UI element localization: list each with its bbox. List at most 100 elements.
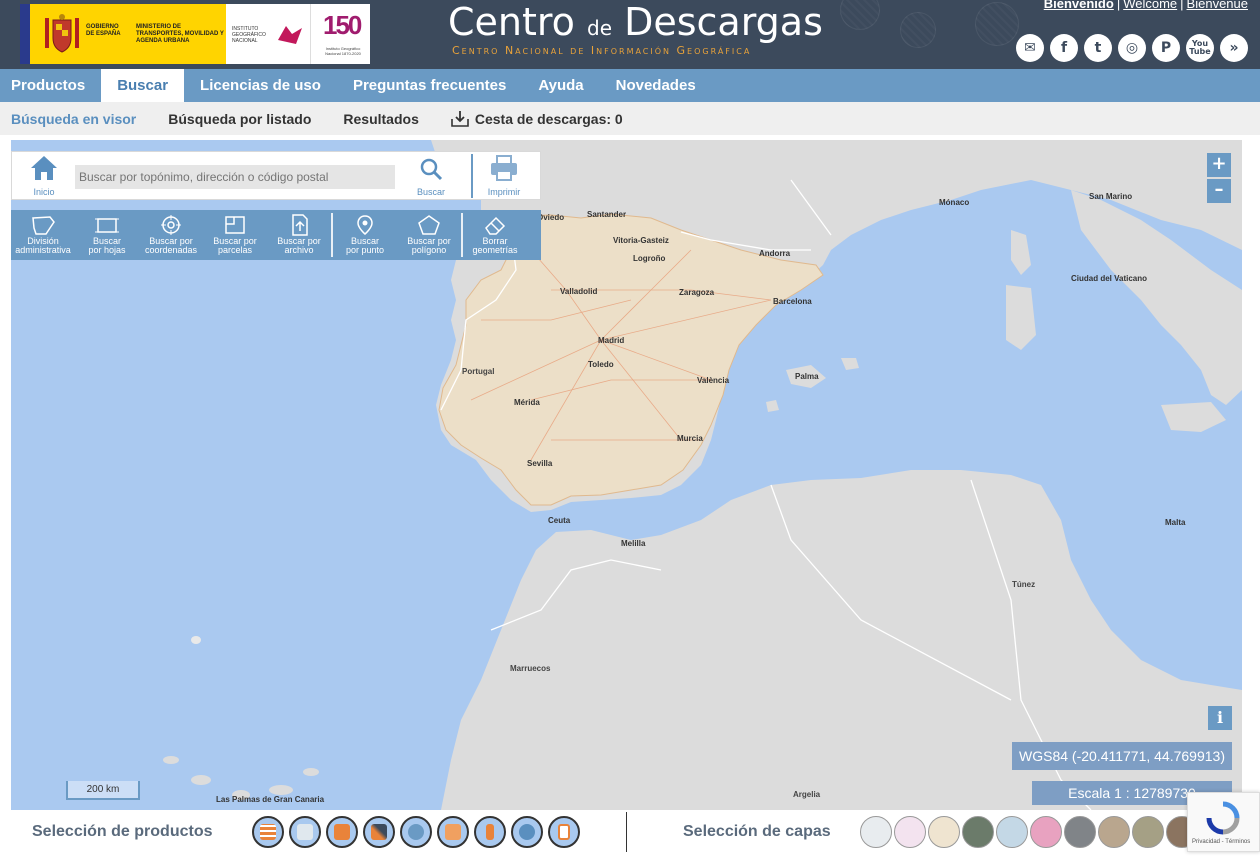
tool-division-administrativa[interactable]: División administrativa bbox=[11, 210, 75, 260]
geolocation-icon[interactable] bbox=[400, 816, 432, 848]
point-icon[interactable] bbox=[474, 816, 506, 848]
relief-icon[interactable] bbox=[289, 816, 321, 848]
map-label-madrid: Madrid bbox=[598, 336, 625, 345]
layer-thumb-5[interactable] bbox=[996, 816, 1028, 848]
selection-bar: Selección de productos Selección de capa… bbox=[0, 810, 1260, 857]
layer-thumb-3[interactable] bbox=[928, 816, 960, 848]
nav-licencias[interactable]: Licencias de uso bbox=[184, 69, 337, 102]
coordinate-readout: WGS84 (-20.411771, 44.769913) bbox=[1012, 742, 1232, 770]
title-part: Centro bbox=[448, 0, 588, 44]
mail-icon[interactable]: ✉ bbox=[1016, 34, 1044, 62]
gobierno-logo: GOBIERNO DE ESPAÑA MINISTERIO DE TRANSPO… bbox=[20, 4, 226, 64]
recaptcha-terms[interactable]: Privacidad - Términos bbox=[1192, 839, 1250, 845]
nav-novedades[interactable]: Novedades bbox=[600, 69, 712, 102]
tool-label-line2: parcelas bbox=[217, 245, 253, 255]
map-label-portugal: Portugal bbox=[462, 367, 495, 376]
decor-globe bbox=[900, 12, 936, 48]
eraser-icon bbox=[485, 216, 506, 235]
tool-buscar-archivo[interactable]: Buscar por archivo bbox=[267, 210, 331, 260]
pinterest-icon[interactable]: P bbox=[1152, 34, 1180, 62]
map-label-zaragoza: Zaragoza bbox=[679, 288, 715, 297]
nav-productos[interactable]: Productos bbox=[0, 69, 101, 102]
ortho-icon[interactable] bbox=[326, 816, 358, 848]
download-icon bbox=[451, 111, 469, 127]
layer-thumb-9[interactable] bbox=[1132, 816, 1164, 848]
twitter-icon[interactable]: t bbox=[1084, 34, 1112, 62]
map-label-ceuta: Ceuta bbox=[548, 516, 571, 525]
rss-icon[interactable]: » bbox=[1220, 34, 1248, 62]
tool-borrar-geometrias[interactable]: Borrar geometrías bbox=[463, 210, 527, 260]
ign-text: INSTITUTO GEOGRÁFICO NACIONAL bbox=[232, 26, 266, 44]
toolbar-separator bbox=[461, 213, 463, 257]
coat-of-arms-icon bbox=[45, 14, 79, 53]
site-header: GOBIERNO DE ESPAÑA MINISTERIO DE TRANSPO… bbox=[0, 0, 1260, 69]
layer-thumb-7[interactable] bbox=[1064, 816, 1096, 848]
home-button[interactable]: Inicio bbox=[26, 154, 62, 197]
recaptcha-icon bbox=[1206, 801, 1240, 835]
tool-buscar-hojas[interactable]: Buscar por hojas bbox=[75, 210, 139, 260]
crosshair-icon bbox=[161, 215, 181, 235]
map-label-sevilla: Sevilla bbox=[527, 459, 553, 468]
tool-buscar-punto[interactable]: Buscar por punto bbox=[333, 210, 397, 260]
download-cart-link[interactable]: Cesta de descargas: 0 bbox=[435, 110, 639, 127]
tool-label-line2: administrativa bbox=[15, 245, 71, 255]
search-button[interactable]: Buscar bbox=[413, 156, 449, 197]
nav-buscar[interactable]: Buscar bbox=[101, 69, 185, 102]
tool-label-line2: por punto bbox=[345, 245, 385, 255]
lang-es-link[interactable]: Bienvenido bbox=[1044, 0, 1114, 11]
sheet-grid-icon bbox=[95, 218, 119, 233]
layer-thumb-2[interactable] bbox=[894, 816, 926, 848]
info-button[interactable]: i bbox=[1208, 706, 1232, 730]
layer-thumb-4[interactable] bbox=[962, 816, 994, 848]
site-subtitle: Centro Nacional de Información Geográfic… bbox=[452, 44, 752, 57]
lang-fr-link[interactable]: Bienvenue bbox=[1187, 0, 1248, 11]
toponym-icon[interactable] bbox=[437, 816, 469, 848]
tool-buscar-parcelas[interactable]: Buscar por parcelas bbox=[203, 210, 267, 260]
map-label-toledo: Toledo bbox=[588, 360, 614, 369]
scale-bar: 200 km bbox=[66, 781, 140, 800]
map-label-murcia: Murcia bbox=[677, 434, 703, 443]
institutional-logos[interactable]: GOBIERNO DE ESPAÑA MINISTERIO DE TRANSPO… bbox=[20, 4, 370, 64]
zoom-out-button[interactable]: – bbox=[1207, 179, 1231, 203]
layer-icons bbox=[860, 816, 1232, 848]
zoom-in-button[interactable]: + bbox=[1207, 153, 1231, 177]
map-tools: División administrativa Buscar por hojas B… bbox=[11, 210, 541, 260]
print-button[interactable]: Imprimir bbox=[482, 154, 526, 197]
subnav-busqueda-visor[interactable]: Búsqueda en visor bbox=[0, 111, 152, 127]
layer-thumb-8[interactable] bbox=[1098, 816, 1130, 848]
layer-thumb-6[interactable] bbox=[1030, 816, 1062, 848]
mobile-app-icon[interactable] bbox=[548, 816, 580, 848]
instagram-icon[interactable]: ◎ bbox=[1118, 34, 1146, 62]
ign-logo: INSTITUTO GEOGRÁFICO NACIONAL bbox=[226, 4, 310, 64]
language-selector: Bienvenido | Welcome | Bienvenue bbox=[1044, 0, 1248, 11]
tool-label-line2: geometrías bbox=[472, 245, 518, 255]
layer-thumb-1[interactable] bbox=[860, 816, 892, 848]
routes-icon[interactable] bbox=[363, 816, 395, 848]
map-label-santander: Santander bbox=[587, 210, 627, 219]
search-button-label: Buscar bbox=[416, 187, 445, 197]
map-label-oviedo: Oviedo bbox=[537, 213, 565, 222]
map-label-sanmarino: San Marino bbox=[1089, 192, 1133, 201]
tool-label-line2: coordenadas bbox=[144, 245, 198, 255]
map-label-merida: Mérida bbox=[514, 398, 540, 407]
subnav-resultados[interactable]: Resultados bbox=[327, 111, 434, 127]
grid-map-icon[interactable] bbox=[252, 816, 284, 848]
facebook-icon[interactable]: f bbox=[1050, 34, 1078, 62]
globe-icon[interactable] bbox=[511, 816, 543, 848]
search-input[interactable] bbox=[75, 165, 395, 189]
title-part: de bbox=[587, 16, 613, 40]
spain-outline-icon bbox=[32, 216, 55, 235]
anniversary-number: 150 bbox=[323, 10, 362, 40]
youtube-icon[interactable]: You Tube bbox=[1186, 34, 1214, 62]
site-title: Centro de Descargas bbox=[448, 0, 823, 44]
home-icon bbox=[31, 156, 57, 180]
nav-ayuda[interactable]: Ayuda bbox=[522, 69, 599, 102]
product-icons bbox=[252, 816, 580, 848]
tool-buscar-poligono[interactable]: Buscar por polígono bbox=[397, 210, 461, 260]
map-label-monaco: Mónaco bbox=[939, 198, 970, 207]
subnav-busqueda-listado[interactable]: Búsqueda por listado bbox=[152, 111, 327, 127]
recaptcha-badge[interactable]: Privacidad - Términos bbox=[1187, 792, 1260, 852]
nav-preguntas[interactable]: Preguntas frecuentes bbox=[337, 69, 522, 102]
tool-buscar-coordenadas[interactable]: Buscar por coordenadas bbox=[139, 210, 203, 260]
lang-en-link[interactable]: Welcome bbox=[1123, 0, 1177, 11]
